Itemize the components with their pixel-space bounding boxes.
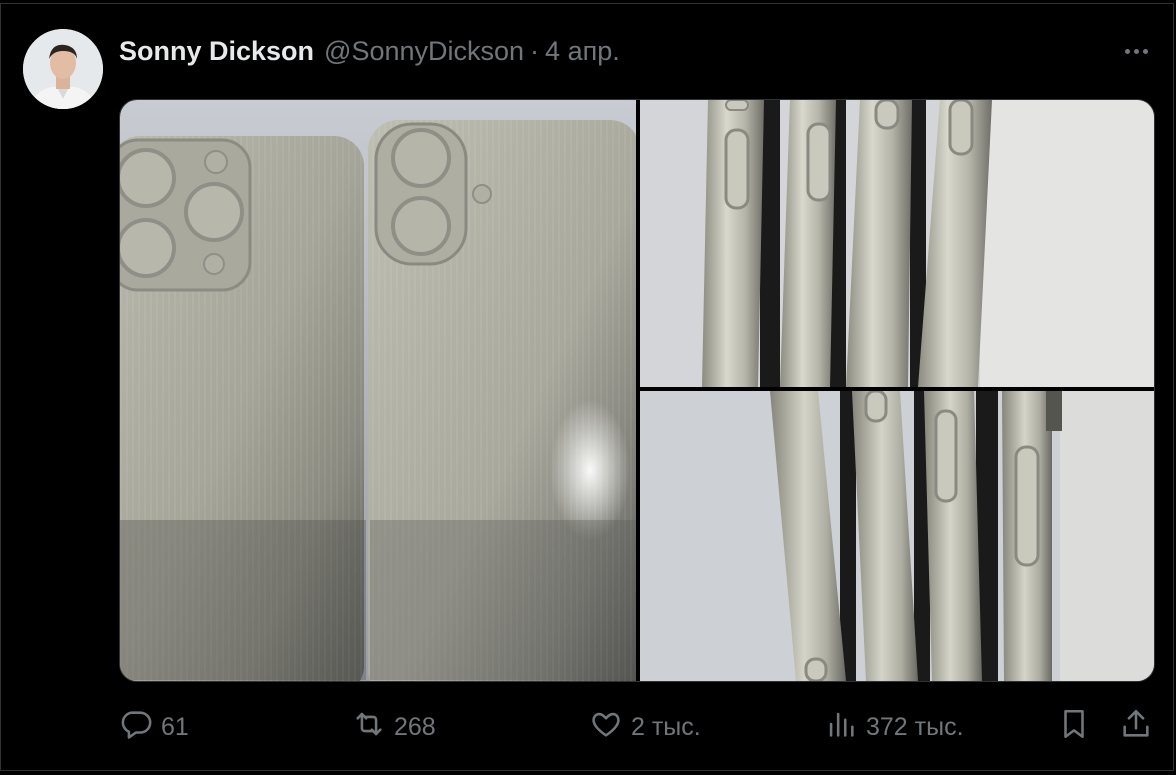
author-handle[interactable]: @SonnyDickson — [324, 36, 524, 67]
repost-icon — [352, 707, 386, 748]
views-button[interactable]: 372 тыс. — [824, 706, 964, 748]
views-count: 372 тыс. — [866, 712, 964, 741]
like-button[interactable]: 2 тыс. — [589, 706, 701, 748]
repost-button[interactable]: 268 — [352, 706, 436, 748]
repost-count: 268 — [394, 712, 436, 741]
phone-sides-top-photo[interactable] — [640, 100, 1154, 387]
tweet-date[interactable]: 4 апр. — [545, 36, 620, 67]
reply-button[interactable]: 61 — [119, 706, 189, 748]
share-icon — [1119, 707, 1153, 748]
more-horizontal-icon[interactable] — [1118, 38, 1154, 64]
views-icon — [824, 707, 858, 748]
like-icon — [589, 707, 623, 748]
bookmark-button[interactable] — [1057, 706, 1091, 748]
separator-dot: · — [530, 35, 540, 66]
reply-icon — [119, 707, 153, 748]
phone-backs-photo[interactable] — [120, 100, 636, 681]
share-button[interactable] — [1119, 706, 1153, 748]
bookmark-icon — [1057, 707, 1091, 748]
reply-count: 61 — [161, 712, 189, 741]
tweet-header: Sonny Dickson @SonnyDickson · 4 апр. — [119, 33, 620, 69]
phone-sides-bottom-photo[interactable] — [640, 391, 1154, 681]
tweet-actions: 61 268 2 тыс. 372 тыс. — [119, 706, 1159, 748]
like-count: 2 тыс. — [631, 712, 701, 741]
author-name[interactable]: Sonny Dickson — [119, 36, 314, 67]
tweet-media-grid — [119, 99, 1155, 682]
author-avatar[interactable] — [23, 29, 103, 109]
